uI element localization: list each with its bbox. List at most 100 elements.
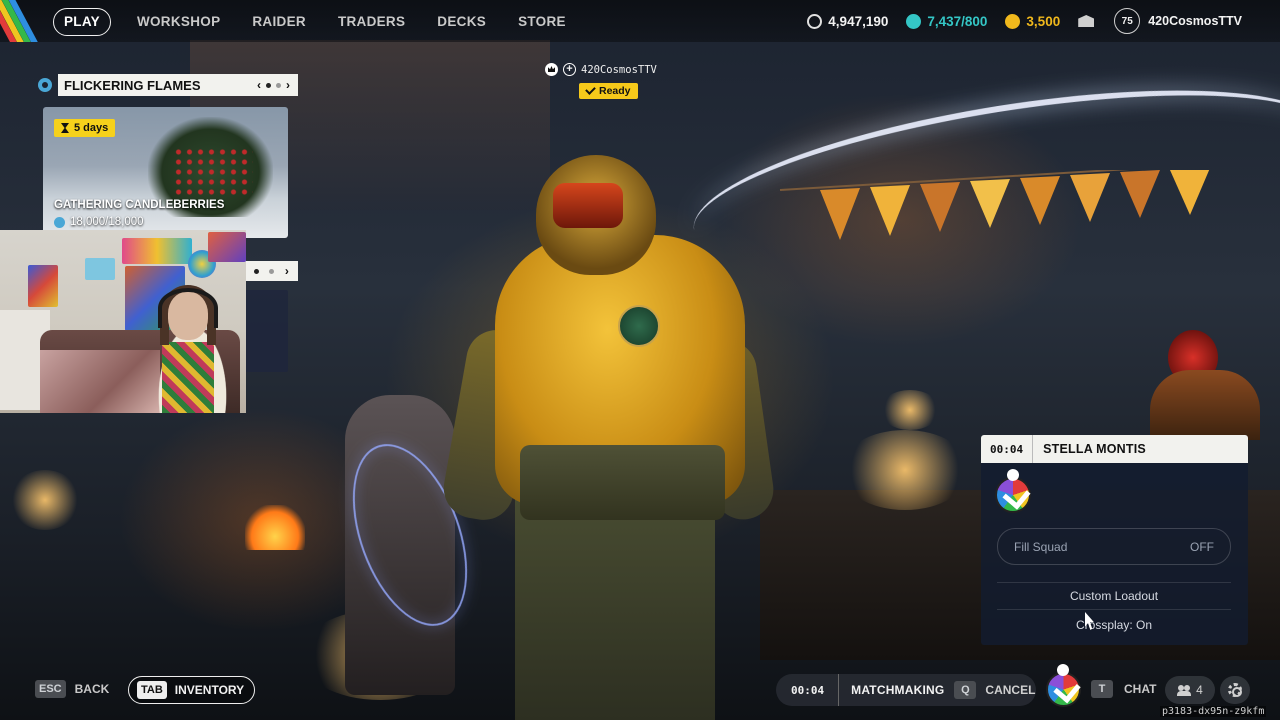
nav-workshop[interactable]: WORKSHOP xyxy=(121,9,236,35)
event-title-bar: FLICKERING FLAMES ‹ › xyxy=(58,74,298,96)
top-navigation-bar: PLAY WORKSHOP RAIDER TRADERS DECKS STORE… xyxy=(0,0,1280,42)
settings-button[interactable] xyxy=(1220,676,1250,704)
ready-label: Ready xyxy=(599,85,631,97)
raider-visor xyxy=(553,183,623,228)
raider-patch xyxy=(618,305,660,347)
event-pager: ‹ › xyxy=(257,78,298,92)
token-icon xyxy=(1005,13,1021,29)
ready-status-badge: Ready xyxy=(579,83,638,99)
coins-currency: 4,947,190 xyxy=(807,13,889,29)
candle-glow xyxy=(880,390,940,430)
cancel-label: CANCEL xyxy=(985,683,1036,697)
chat-button[interactable]: T CHAT xyxy=(1091,680,1156,698)
bunting-flags xyxy=(780,170,1210,240)
event-progress-value: 18,000/18,000 xyxy=(70,216,144,228)
cancel-matchmaking-button[interactable]: Q CANCEL xyxy=(954,681,1035,699)
chat-label: CHAT xyxy=(1124,682,1157,696)
esc-key-hint: ESC xyxy=(35,680,66,698)
second-event-card[interactable] xyxy=(245,290,288,372)
nav-raider[interactable]: RAIDER xyxy=(236,9,322,35)
event-task-card[interactable]: 5 days GATHERING CANDLEBERRIES 18,000/18… xyxy=(43,107,288,238)
check-icon xyxy=(585,84,596,95)
event-next-button[interactable]: › xyxy=(286,78,290,92)
main-nav: PLAY WORKSHOP RAIDER TRADERS DECKS STORE xyxy=(53,8,582,36)
rainbow-logo-stripes xyxy=(0,0,46,42)
crown-icon xyxy=(545,63,558,76)
brazier-fire xyxy=(245,505,305,550)
event-card-title: GATHERING CANDLEBERRIES xyxy=(54,199,225,211)
player-avatar[interactable] xyxy=(1046,672,1081,707)
gear-icon xyxy=(1228,683,1242,697)
event-prev-button[interactable]: ‹ xyxy=(257,78,261,92)
coins-value: 4,947,190 xyxy=(828,13,889,29)
leader-crown-icon xyxy=(1007,469,1019,481)
pager-dot-active xyxy=(266,82,271,88)
event-gear-small-icon xyxy=(54,216,65,228)
wall-poster xyxy=(208,232,246,262)
pager-dot xyxy=(269,268,275,274)
candle-glow xyxy=(840,430,970,510)
profile-username[interactable]: 420CosmosTTV xyxy=(1148,14,1242,28)
squad-header: 00:04 STELLA MONTIS xyxy=(981,435,1248,463)
wall-poster xyxy=(85,258,115,280)
coin-icon xyxy=(807,13,823,29)
player-level-badge[interactable]: 75 xyxy=(1114,8,1141,34)
currency-display: 4,947,190 7,437/800 3,500 75 420CosmosTT… xyxy=(807,8,1280,34)
q-key-hint: Q xyxy=(954,681,977,699)
t-key-hint: T xyxy=(1091,680,1113,698)
map-name: STELLA MONTIS xyxy=(1043,442,1146,456)
back-label: BACK xyxy=(74,682,110,696)
hourglass-icon xyxy=(61,123,69,133)
card-berries-image xyxy=(173,147,253,197)
streamer-webcam xyxy=(0,230,246,413)
fill-squad-toggle[interactable]: Fill Squad OFF xyxy=(997,528,1231,565)
credit-icon xyxy=(906,13,922,29)
wall-poster xyxy=(122,238,192,264)
event-timer: 5 days xyxy=(74,122,109,134)
streamer-shirt xyxy=(162,342,214,413)
inventory-button[interactable]: TAB INVENTORY xyxy=(128,676,256,704)
tab-key-hint: TAB xyxy=(137,681,167,699)
event-timer-badge: 5 days xyxy=(54,119,116,137)
wall-poster xyxy=(28,265,58,307)
lobby-player-tag: + 420CosmosTTV xyxy=(545,63,657,76)
nav-decks[interactable]: DECKS xyxy=(421,9,502,35)
second-event-next-button[interactable]: › xyxy=(285,264,289,278)
lobby-player-name: 420CosmosTTV xyxy=(581,63,657,76)
friends-button[interactable]: 4 xyxy=(1165,676,1215,704)
add-player-button[interactable]: + xyxy=(563,63,576,76)
friends-icon xyxy=(1177,684,1192,696)
matchmaking-timer: 00:04 xyxy=(776,674,840,706)
tokens-value: 3,500 xyxy=(1026,13,1061,29)
squad-member-avatar[interactable] xyxy=(995,477,1031,513)
fill-squad-value: OFF xyxy=(1190,539,1214,554)
inventory-label: INVENTORY xyxy=(174,683,245,697)
nav-store[interactable]: STORE xyxy=(502,9,582,35)
matchmaking-status: 00:04 MATCHMAKING Q CANCEL xyxy=(776,674,1036,706)
headset-icon xyxy=(158,288,218,328)
leader-crown-icon xyxy=(1057,664,1069,676)
back-button[interactable]: ESC BACK xyxy=(35,680,109,698)
event-header: FLICKERING FLAMES ‹ › xyxy=(36,74,298,96)
raider-belt xyxy=(520,445,725,520)
friends-count: 4 xyxy=(1196,683,1203,697)
nav-traders[interactable]: TRADERS xyxy=(322,9,421,35)
second-event-pager: › xyxy=(245,261,298,281)
session-id: p3183-dx95n-z9kfm xyxy=(1160,706,1267,717)
event-title: FLICKERING FLAMES xyxy=(64,77,201,93)
custom-loadout-button[interactable]: Custom Loadout xyxy=(997,582,1231,610)
crossplay-toggle[interactable]: Crossplay: On xyxy=(997,615,1231,635)
nav-play[interactable]: PLAY xyxy=(53,8,111,36)
matchmaking-label: MATCHMAKING xyxy=(851,683,945,697)
event-card-progress: 18,000/18,000 xyxy=(54,216,144,228)
squad-timer: 00:04 xyxy=(981,435,1034,463)
fill-squad-label: Fill Squad xyxy=(1014,539,1068,554)
tokens-currency: 3,500 xyxy=(1005,13,1061,29)
mail-icon[interactable] xyxy=(1078,15,1095,27)
credits-value: 7,437/800 xyxy=(927,13,988,29)
credits-currency: 7,437/800 xyxy=(906,13,988,29)
squad-panel: 00:04 STELLA MONTIS Fill Squad OFF Custo… xyxy=(981,435,1248,645)
event-gear-icon xyxy=(38,78,52,92)
candle-glow xyxy=(10,470,80,530)
pager-dot-active xyxy=(254,268,260,274)
